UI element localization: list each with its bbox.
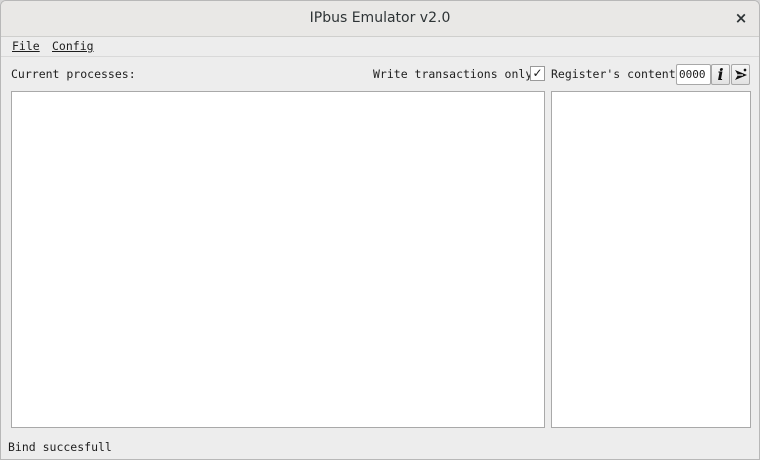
register-label: Register's content <box>551 67 676 81</box>
write-only-label: Write transactions only <box>373 67 533 81</box>
app-window: IPbus Emulator v2.0 × File Config Curren… <box>0 0 760 460</box>
write-only-checkbox[interactable]: ✓ <box>530 66 545 81</box>
title-bar: IPbus Emulator v2.0 × <box>1 1 759 37</box>
send-icon <box>735 68 747 80</box>
register-input[interactable] <box>676 64 711 85</box>
status-text: Bind succesfull <box>8 440 112 454</box>
register-content-list[interactable] <box>551 91 751 428</box>
processes-list[interactable] <box>11 91 545 428</box>
menu-config[interactable]: Config <box>52 39 94 54</box>
window-title: IPbus Emulator v2.0 <box>309 10 451 26</box>
menu-bar: File Config <box>1 37 759 57</box>
info-icon: i <box>717 65 724 84</box>
processes-label: Current processes: <box>11 67 136 81</box>
menu-file[interactable]: File <box>12 39 40 54</box>
info-button[interactable]: i <box>711 64 730 85</box>
close-button[interactable]: × <box>729 7 753 29</box>
send-button[interactable] <box>731 64 750 85</box>
